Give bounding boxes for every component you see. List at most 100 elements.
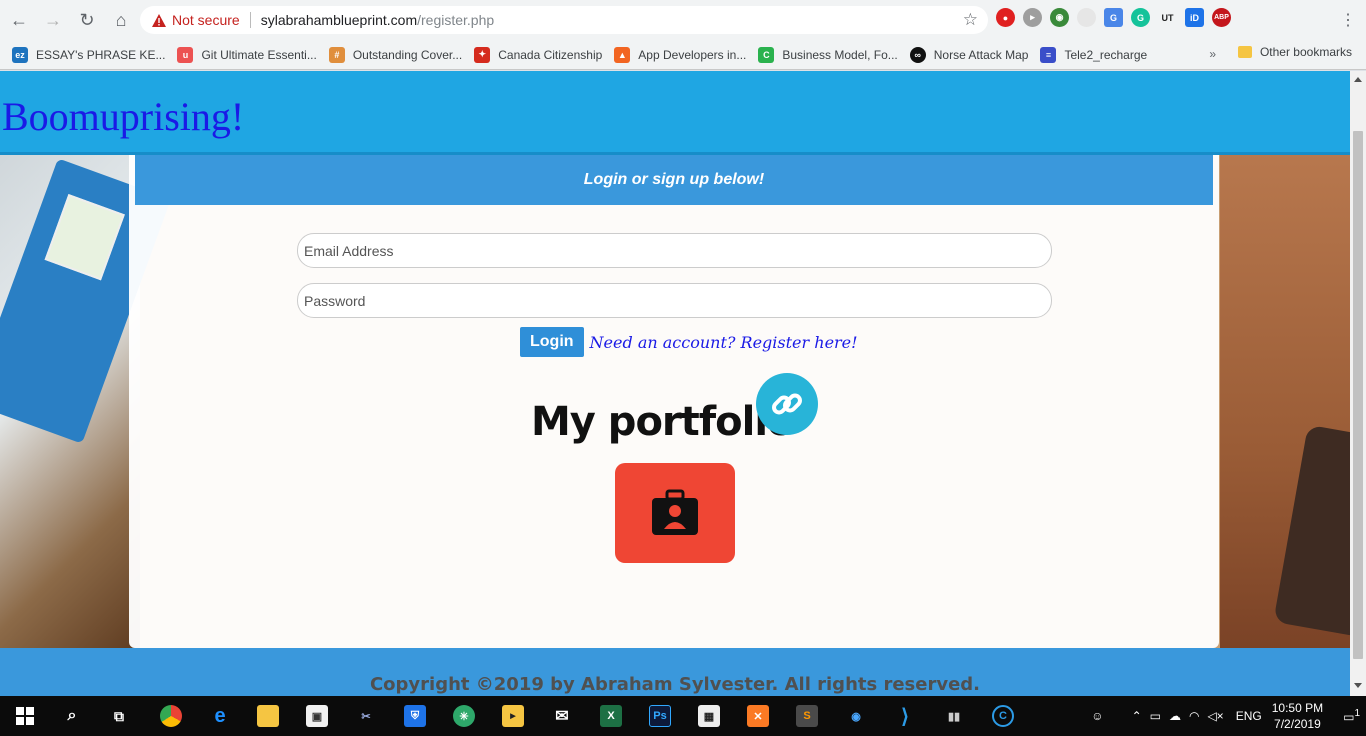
excel-icon[interactable]: X (600, 705, 622, 727)
ez-icon: ez (12, 46, 28, 63)
search-icon[interactable]: ⌕ (61, 705, 83, 727)
portfolio-tile[interactable] (615, 463, 735, 563)
extension-globe-icon[interactable]: ◉ (1050, 8, 1069, 27)
windows-taskbar: ⌕ ⧉ e ▣ ✂ ⛨ ✳ ▶ ✉ X Ps ▦ ✕ S ◉ ⟩ ▮▮ C ☺ … (0, 696, 1366, 736)
chain-link-icon (772, 393, 802, 415)
home-icon[interactable]: ⌂ (106, 5, 136, 35)
bookmark-item[interactable]: ≡ Tele2_recharge (1040, 46, 1148, 63)
camera-icon[interactable]: ◉ (845, 705, 867, 727)
clock-date: 7/2/2019 (1274, 717, 1321, 731)
bookmark-item[interactable]: # Outstanding Cover... (328, 46, 463, 63)
more-bookmarks-button[interactable]: » (1209, 47, 1216, 61)
back-icon[interactable]: ← (4, 5, 34, 35)
login-card: Login or sign up below! Email Address Pa… (129, 155, 1219, 648)
bookmark-label: Business Model, Fo... (782, 47, 898, 62)
extension-ut-icon[interactable]: UT (1158, 8, 1177, 27)
other-bookmarks-folder[interactable]: Other bookmarks (1237, 45, 1352, 59)
scroll-down-icon[interactable] (1354, 683, 1362, 688)
password-field[interactable]: Password (297, 283, 1052, 318)
bookmark-item[interactable]: ez ESSAY's PHRASE KE... (12, 46, 166, 63)
ipod-screen (44, 194, 125, 281)
scroll-thumb[interactable] (1353, 131, 1363, 659)
extension-id-icon[interactable]: iD (1185, 8, 1204, 27)
card-heading: Login or sign up below! (135, 155, 1213, 205)
url-path: /register.php (417, 12, 495, 28)
extension-play-icon[interactable]: ▸ (1023, 8, 1042, 27)
file-explorer-icon[interactable] (257, 705, 279, 727)
other-bookmarks-label: Other bookmarks (1259, 45, 1352, 59)
power-icon[interactable]: ▭ (1150, 709, 1161, 723)
url-host: sylabrahamblueprint.com (260, 12, 418, 28)
browser-menu-icon[interactable]: ⋮ (1340, 10, 1356, 30)
bookmark-label: Tele2_recharge (1064, 47, 1148, 62)
photoshop-icon[interactable]: Ps (649, 705, 671, 727)
site-header: Boomuprising! (0, 71, 1350, 155)
grammarly-icon[interactable]: G (1131, 8, 1150, 27)
security-label: Not secure (172, 12, 240, 28)
wifi-icon[interactable]: ◠ (1189, 709, 1199, 723)
login-actions: Login Need an account? Register here! (520, 327, 858, 357)
link-icon[interactable] (756, 373, 818, 435)
bookmark-label: Norse Attack Map (933, 47, 1029, 62)
extension-red-icon[interactable]: ● (996, 8, 1015, 27)
volume-muted-icon[interactable]: ◁× (1207, 709, 1223, 723)
vscode-icon[interactable]: ⟩ (894, 705, 916, 728)
people-icon[interactable]: ☺ (1091, 709, 1103, 723)
mail-icon[interactable]: ✉ (551, 705, 573, 727)
site-brand[interactable]: Boomuprising! (2, 93, 244, 140)
player-icon[interactable]: ▶ (502, 705, 524, 727)
bookmark-star-icon[interactable]: ☆ (963, 10, 978, 30)
bookmark-label: Outstanding Cover... (352, 47, 463, 62)
copyright-text: Copyright ©2019 by Abraham Sylvester. Al… (369, 674, 981, 695)
bookmark-item[interactable]: u Git Ultimate Essenti... (177, 46, 317, 63)
chrome-icon[interactable] (160, 705, 182, 727)
forward-icon[interactable]: → (38, 5, 68, 35)
defender-icon[interactable]: ⛨ (404, 705, 426, 727)
register-link[interactable]: Need an account? Register here! (590, 333, 858, 352)
clock[interactable]: 10:50 PM 7/2/2019 (1272, 700, 1323, 732)
norse-icon: ∞ (909, 46, 926, 63)
onedrive-icon[interactable]: ☁ (1169, 709, 1181, 723)
page-scrollbar[interactable] (1350, 71, 1366, 696)
sublime-icon[interactable]: S (796, 705, 818, 727)
edge-icon[interactable]: e (209, 705, 231, 727)
app-dev-icon: ▲ (614, 46, 631, 63)
bookmark-item[interactable]: ▲ App Developers in... (614, 46, 747, 63)
login-button[interactable]: Login (520, 327, 584, 357)
reload-icon[interactable]: ↻ (72, 5, 102, 35)
language-indicator[interactable]: ENG (1236, 709, 1262, 723)
adblock-plus-icon[interactable]: ABP (1212, 8, 1231, 27)
extension-blank-icon[interactable] (1077, 8, 1096, 27)
bookmark-item[interactable]: ✦ Canada Citizenship (474, 46, 602, 63)
folder-icon (1237, 46, 1252, 58)
app-bars-icon[interactable]: ▮▮ (943, 705, 965, 727)
briefcase-person-icon (652, 489, 698, 535)
bookmark-item[interactable]: C Business Model, Fo... (758, 46, 898, 63)
address-bar[interactable]: Not secure sylabrahamblueprint.com/regis… (140, 6, 988, 34)
c-icon: C (758, 46, 775, 63)
notification-icon[interactable]: ▭1 (1343, 708, 1360, 724)
bookmark-label: App Developers in... (638, 47, 747, 62)
xampp-icon[interactable]: ✕ (747, 705, 769, 727)
system-tray: ☺ ⌃ ▭ ☁ ◠ ◁× ENG 10:50 PM 7/2/2019 ▭1 (1091, 696, 1366, 736)
notification-count: 1 (1354, 708, 1360, 719)
task-view-icon[interactable]: ⧉ (108, 705, 130, 727)
site-footer: Copyright ©2019 by Abraham Sylvester. Al… (0, 648, 1350, 696)
udemy-icon: u (177, 46, 194, 63)
calculator-icon[interactable]: ▦ (698, 705, 720, 727)
browser-toolbar: ← → ↻ ⌂ Not secure sylabrahamblueprint.c… (0, 0, 1366, 40)
clock-time: 10:50 PM (1271, 701, 1324, 715)
show-hidden-icon[interactable]: ⌃ (1132, 709, 1142, 723)
windows-start-icon[interactable] (14, 705, 36, 727)
snipping-tool-icon[interactable]: ✂ (355, 705, 377, 727)
c-circle-icon[interactable]: C (992, 705, 1014, 727)
bookmark-label: ESSAY's PHRASE KE... (36, 47, 166, 62)
atom-icon[interactable]: ✳ (453, 705, 475, 727)
bookmark-item[interactable]: ∞ Norse Attack Map (909, 46, 1029, 63)
google-translate-icon[interactable]: G (1104, 8, 1123, 27)
security-indicator[interactable]: Not secure (152, 12, 240, 28)
email-field[interactable]: Email Address (297, 233, 1052, 268)
store-icon[interactable]: ▣ (306, 705, 328, 727)
extensions-bar: ● ▸ ◉ G G UT iD ABP (996, 8, 1231, 27)
scroll-up-icon[interactable] (1354, 77, 1362, 82)
